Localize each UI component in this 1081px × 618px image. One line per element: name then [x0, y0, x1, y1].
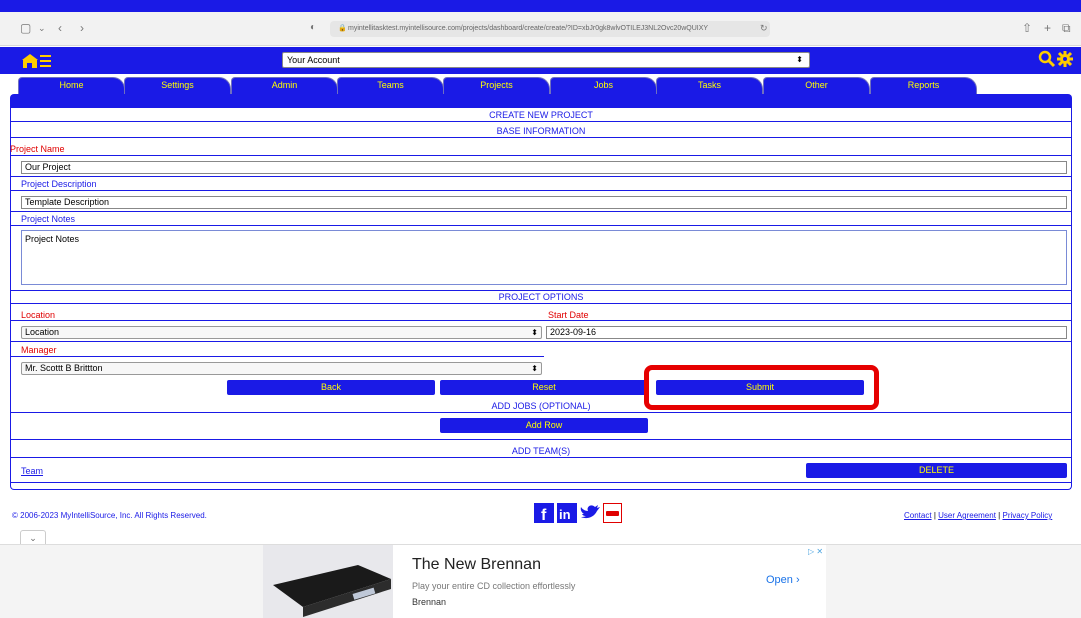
- contact-link[interactable]: Contact: [904, 511, 932, 520]
- divider: [10, 303, 1072, 304]
- ad-product-image[interactable]: [263, 545, 393, 618]
- home-logo-icon[interactable]: [20, 52, 52, 69]
- location-label: Location: [21, 310, 56, 320]
- address-bar[interactable]: 🔒 myintellitasktest.myintellisource.com/…: [330, 21, 770, 37]
- twitter-icon[interactable]: [579, 503, 601, 523]
- content-header-band: [10, 94, 1072, 108]
- tab-tasks[interactable]: Tasks: [656, 77, 763, 94]
- svg-text:f: f: [541, 507, 547, 523]
- back-button[interactable]: Back: [227, 380, 435, 395]
- divider: [10, 482, 1072, 483]
- location-select[interactable]: Location ⬍: [21, 326, 542, 339]
- link-separator: |: [998, 511, 1001, 520]
- link-separator: |: [933, 511, 936, 520]
- select-arrows-icon: ⬍: [531, 328, 538, 337]
- divider: [10, 320, 1072, 321]
- user-agreement-link[interactable]: User Agreement: [938, 511, 996, 520]
- divider: [10, 356, 544, 357]
- ad-title[interactable]: The New Brennan: [412, 556, 541, 574]
- new-tab-icon[interactable]: +: [1044, 22, 1051, 34]
- lock-icon: 🔒: [338, 25, 347, 32]
- start-date-input[interactable]: 2023-09-16: [546, 326, 1067, 339]
- tab-projects[interactable]: Projects: [443, 77, 550, 94]
- manager-select[interactable]: Mr. Scottt B Brittton ⬍: [21, 362, 542, 375]
- divider: [10, 457, 1072, 458]
- project-description-label: Project Description: [21, 179, 97, 189]
- project-description-input[interactable]: Template Description: [21, 196, 1067, 209]
- divider: [10, 225, 1072, 226]
- footer-links: Contact | User Agreement | Privacy Polic…: [904, 511, 1052, 520]
- copyright-text: © 2006-2023 MyIntelliSource, Inc. All Ri…: [12, 511, 207, 520]
- forward-arrow-icon[interactable]: ›: [80, 22, 84, 34]
- facebook-icon[interactable]: f: [534, 503, 554, 523]
- project-notes-textarea[interactable]: Project Notes: [21, 230, 1067, 285]
- shield-icon[interactable]: ◐: [310, 22, 316, 34]
- reload-icon[interactable]: ↻: [760, 22, 768, 34]
- tab-jobs[interactable]: Jobs: [550, 77, 657, 94]
- manager-label: Manager: [21, 345, 57, 355]
- share-icon[interactable]: ⇧: [1022, 22, 1032, 34]
- team-link[interactable]: Team: [21, 466, 43, 476]
- top-strip: [0, 0, 1081, 12]
- tabs-overview-icon[interactable]: ⧉: [1062, 22, 1071, 34]
- form-title: CREATE NEW PROJECT: [489, 110, 593, 120]
- ad-brand: Brennan: [412, 597, 447, 607]
- select-arrows-icon: ⬍: [796, 55, 803, 64]
- tab-settings[interactable]: Settings: [124, 77, 231, 94]
- ad-open-button[interactable]: Open ›: [766, 574, 800, 586]
- delete-button[interactable]: DELETE: [806, 463, 1067, 478]
- project-name-label: Project Name: [10, 144, 65, 154]
- browser-toolbar: ▢ ⌄ ‹ › ◐ 🔒 myintellitasktest.myintellis…: [0, 12, 1081, 46]
- divider: [10, 155, 1072, 156]
- tab-admin[interactable]: Admin: [231, 77, 338, 94]
- divider: [10, 190, 1072, 191]
- ad-subtitle: Play your entire CD collection effortles…: [412, 581, 576, 591]
- section-base-information: BASE INFORMATION: [496, 126, 586, 136]
- divider: [10, 121, 1072, 122]
- divider: [10, 341, 1072, 342]
- section-add-jobs: ADD JOBS (OPTIONAL): [491, 401, 591, 411]
- back-arrow-icon[interactable]: ‹: [58, 22, 62, 34]
- account-select-label: Your Account: [287, 55, 340, 65]
- tab-reports[interactable]: Reports: [870, 77, 977, 94]
- svg-text:in: in: [559, 507, 571, 522]
- divider: [10, 412, 1072, 413]
- tab-home[interactable]: Home: [18, 77, 125, 94]
- chevron-down-icon[interactable]: ⌄: [20, 530, 46, 544]
- divider: [10, 137, 1072, 138]
- linkedin-icon[interactable]: in: [557, 503, 577, 523]
- manager-select-value: Mr. Scottt B Brittton: [25, 363, 103, 373]
- youtube-icon[interactable]: [603, 503, 622, 523]
- divider: [10, 290, 1072, 291]
- account-select[interactable]: Your Account ⬍: [282, 52, 810, 68]
- divider: [10, 439, 1072, 440]
- privacy-policy-link[interactable]: Privacy Policy: [1002, 511, 1052, 520]
- chevron-down-icon[interactable]: ⌄: [38, 22, 46, 34]
- address-bar-url: myintellitasktest.myintellisource.com/pr…: [348, 25, 709, 32]
- reset-button[interactable]: Reset: [440, 380, 648, 395]
- start-date-label: Start Date: [548, 310, 589, 320]
- gear-icon[interactable]: [1056, 50, 1074, 68]
- divider: [10, 211, 1072, 212]
- search-icon[interactable]: [1038, 50, 1056, 68]
- section-project-options: PROJECT OPTIONS: [498, 292, 584, 302]
- location-select-value: Location: [25, 327, 60, 337]
- project-name-input[interactable]: Our Project: [21, 161, 1067, 174]
- section-add-teams: ADD TEAM(S): [511, 446, 571, 456]
- select-arrows-icon: ⬍: [531, 364, 538, 373]
- divider: [10, 176, 1072, 177]
- tab-other[interactable]: Other: [763, 77, 870, 94]
- project-notes-label: Project Notes: [21, 214, 76, 224]
- add-row-button[interactable]: Add Row: [440, 418, 648, 433]
- ad-choices-icon[interactable]: ▷ ✕: [808, 547, 823, 556]
- tab-teams[interactable]: Teams: [337, 77, 444, 94]
- sidebar-icon[interactable]: ▢: [20, 22, 31, 34]
